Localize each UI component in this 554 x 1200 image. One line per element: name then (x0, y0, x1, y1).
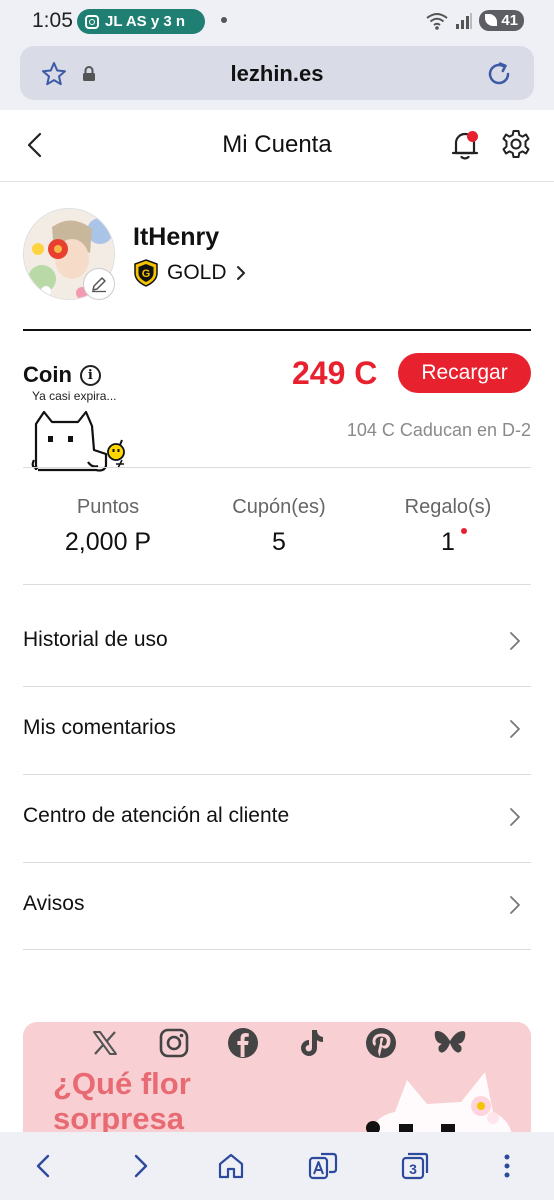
status-icons: 41 (425, 10, 524, 31)
chevron-right-icon (134, 1154, 148, 1178)
browser-toolbar: lezhin.es (0, 40, 554, 110)
app-header: Mi Cuenta (0, 110, 554, 182)
instagram-notification-icon (85, 14, 99, 29)
notification-badge (467, 131, 478, 142)
chevron-left-icon (27, 132, 42, 158)
gifts-stat[interactable]: Regalo(s) 1 (363, 496, 533, 557)
expiry-note: 104 C Caducan en D-2 (346, 420, 531, 440)
status-time: 1:05 (32, 9, 73, 32)
banner-title-line-1: ¿Qué flor (53, 1066, 191, 1101)
reload-icon[interactable] (484, 59, 514, 94)
tabs-count: 3 (409, 1161, 417, 1177)
coupons-value: 5 (272, 528, 286, 556)
profile-divider (23, 329, 531, 331)
browser-forward-button[interactable] (120, 1146, 160, 1186)
status-bar: 1:05 JL AS y 3 n 41 (0, 0, 554, 40)
coin-balance: 249 C (292, 355, 378, 391)
stats-divider (23, 584, 531, 585)
battery-indicator: 41 (479, 10, 524, 31)
browser-menu-button[interactable] (487, 1146, 527, 1186)
menu-item-label: Historial de uso (23, 628, 168, 651)
wifi-icon (426, 12, 448, 30)
gear-icon (502, 130, 530, 158)
notification-dot (221, 17, 227, 23)
info-icon[interactable]: i (79, 364, 101, 386)
gold-tier-badge-icon: G (134, 259, 158, 287)
notification-text: JL AS y 3 n (105, 13, 186, 30)
edit-avatar-button[interactable] (83, 268, 115, 300)
home-icon (218, 1153, 244, 1179)
menu-item-customer-service[interactable]: Centro de atención al cliente (0, 774, 554, 862)
browser-back-button[interactable] (24, 1146, 64, 1186)
expiring-tag: Ya casi expira... (32, 389, 117, 403)
menu-item-usage-history[interactable]: Historial de uso (0, 598, 554, 686)
pencil-icon (92, 277, 106, 293)
username: ItHenry (133, 223, 220, 251)
points-label: Puntos (76, 496, 140, 518)
battery-level: 41 (501, 12, 518, 29)
gift-new-dot (460, 528, 467, 534)
chevron-right-icon (236, 266, 245, 280)
menu-item-label: Centro de atención al cliente (23, 804, 290, 827)
tiktok-icon[interactable] (295, 1026, 329, 1060)
browser-bottom-nav: 3 (0, 1132, 554, 1200)
browser-home-button[interactable] (211, 1146, 251, 1186)
menu-divider (23, 949, 531, 950)
chevron-left-icon (36, 1154, 50, 1178)
back-button[interactable] (22, 130, 50, 160)
battery-saver-icon (485, 14, 498, 26)
banner-title: ¿Qué flor sorpresa (53, 1066, 191, 1136)
tier-badge-letter: G (142, 268, 151, 280)
x-icon[interactable] (88, 1026, 122, 1060)
points-value: 2,000 P (64, 528, 152, 556)
chevron-right-icon (510, 720, 520, 738)
url-text: lezhin.es (230, 61, 324, 86)
coupons-stat[interactable]: Cupón(es) 5 (194, 496, 364, 557)
menu-item-label: Avisos (23, 892, 85, 915)
settings-button[interactable] (500, 128, 532, 165)
chevron-right-icon (510, 808, 520, 826)
chevron-right-icon (510, 896, 520, 914)
tier-label: GOLD (167, 261, 227, 284)
notification-pill[interactable]: JL AS y 3 n (77, 9, 205, 34)
browser-tabs-button[interactable]: 3 (395, 1146, 435, 1186)
signal-icon (456, 12, 473, 29)
instagram-icon[interactable] (157, 1026, 191, 1060)
banner-title-line-2: sorpresa (53, 1101, 184, 1136)
coin-title: Coin (23, 362, 72, 387)
gifts-value-wrap: 1 (441, 528, 467, 557)
address-bar[interactable]: lezhin.es (20, 46, 534, 100)
chevron-right-icon (510, 632, 520, 650)
cat-mascot-icon (31, 410, 125, 472)
menu-item-notices[interactable]: Avisos (0, 862, 554, 950)
browser-translate-button[interactable] (303, 1146, 343, 1186)
more-vertical-icon (504, 1154, 510, 1178)
translate-icon (308, 1152, 338, 1180)
gifts-label: Regalo(s) (404, 496, 492, 518)
gifts-value: 1 (441, 528, 455, 556)
points-stat[interactable]: Puntos 2,000 P (23, 496, 193, 557)
recharge-button[interactable]: Recargar (398, 353, 531, 393)
coin-label: Coin i (23, 362, 101, 388)
menu-item-label: Mis comentarios (23, 716, 176, 739)
coupons-label: Cupón(es) (232, 496, 326, 518)
membership-tier-link[interactable]: G GOLD (133, 259, 247, 287)
facebook-icon[interactable] (226, 1026, 260, 1060)
menu-item-my-comments[interactable]: Mis comentarios (0, 686, 554, 774)
coin-divider (23, 467, 531, 468)
